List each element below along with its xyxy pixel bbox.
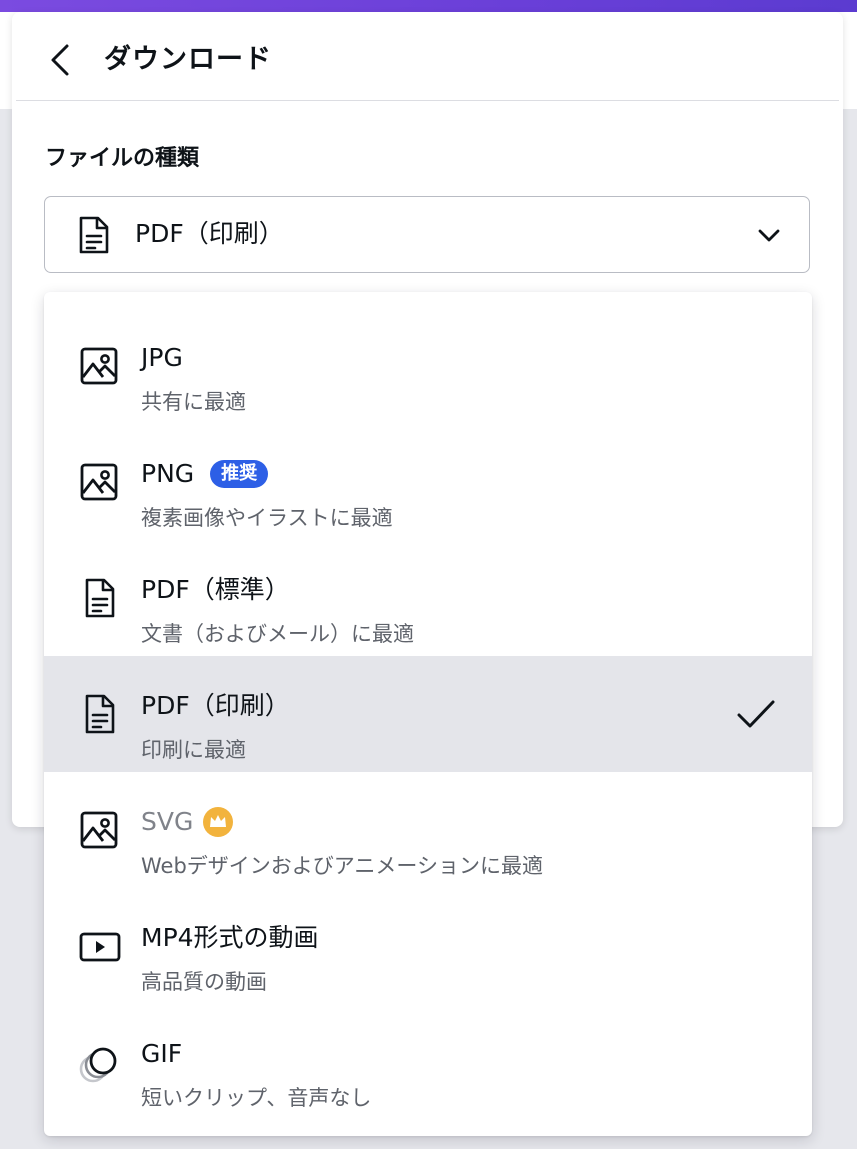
option-svg[interactable]: SVG Webデザインおよびアニメーションに最適 xyxy=(44,772,812,888)
option-title-text: PDF（印刷） xyxy=(141,691,290,720)
video-icon xyxy=(79,932,121,962)
option-subtitle: 共有に最適 xyxy=(141,390,246,414)
option-title-text: PNG xyxy=(141,459,195,488)
recommended-badge: 推奨 xyxy=(210,460,269,488)
chevron-left-icon xyxy=(51,44,69,76)
option-pdf-print[interactable]: PDF（印刷） 印刷に最適 xyxy=(44,656,812,772)
chevron-down-icon xyxy=(758,229,780,242)
option-title-text: GIF xyxy=(141,1039,183,1068)
option-title-text: SVG xyxy=(141,807,194,836)
option-gif[interactable]: GIF 短いクリップ、音声なし xyxy=(44,1004,812,1120)
back-button[interactable] xyxy=(42,40,78,80)
option-title: MP4形式の動画 xyxy=(141,922,319,954)
option-title-text: JPG xyxy=(141,343,183,372)
option-png[interactable]: PNG 推奨 複素画像やイラストに最適 xyxy=(44,424,812,540)
option-title: PDF（標準） xyxy=(141,574,290,606)
option-title: PNG 推奨 xyxy=(141,458,269,490)
panel-title: ダウンロード xyxy=(104,44,272,75)
option-subtitle: Webデザインおよびアニメーションに最適 xyxy=(141,854,543,878)
image-icon xyxy=(80,347,118,385)
file-type-label: ファイルの種類 xyxy=(45,146,200,171)
document-icon xyxy=(85,694,115,734)
document-icon xyxy=(85,578,115,618)
option-subtitle: 印刷に最適 xyxy=(141,738,246,762)
file-type-selected-value: PDF（印刷） xyxy=(135,219,284,248)
image-icon xyxy=(80,811,118,849)
file-type-dropdown: JPG 共有に最適 PNG 推奨 複素画像やイラストに最適 PDF（標準） 文書… xyxy=(44,292,812,1136)
option-subtitle: 文書（およびメール）に最適 xyxy=(141,622,414,646)
header-divider xyxy=(16,100,839,101)
checkmark-icon xyxy=(737,700,775,728)
option-title: GIF xyxy=(141,1038,182,1070)
document-icon xyxy=(79,216,109,254)
option-pdf-standard[interactable]: PDF（標準） 文書（およびメール）に最適 xyxy=(44,540,812,656)
gif-icon xyxy=(79,1047,117,1083)
option-mp4[interactable]: MP4形式の動画 高品質の動画 xyxy=(44,888,812,1004)
option-title: JPG xyxy=(141,342,183,374)
crown-icon xyxy=(203,807,234,837)
option-subtitle: 短いクリップ、音声なし xyxy=(141,1086,372,1110)
option-title-text: PDF（標準） xyxy=(141,575,290,604)
option-title: SVG xyxy=(141,806,234,838)
option-jpg[interactable]: JPG 共有に最適 xyxy=(44,308,812,424)
option-subtitle: 高品質の動画 xyxy=(141,970,267,994)
option-title-text: MP4形式の動画 xyxy=(141,923,319,952)
option-subtitle: 複素画像やイラストに最適 xyxy=(141,506,393,530)
panel-header: ダウンロード xyxy=(12,12,843,100)
option-title: PDF（印刷） xyxy=(141,690,290,722)
image-icon xyxy=(80,463,118,501)
file-type-select[interactable]: PDF（印刷） xyxy=(44,196,810,273)
app-top-bar xyxy=(0,0,857,12)
